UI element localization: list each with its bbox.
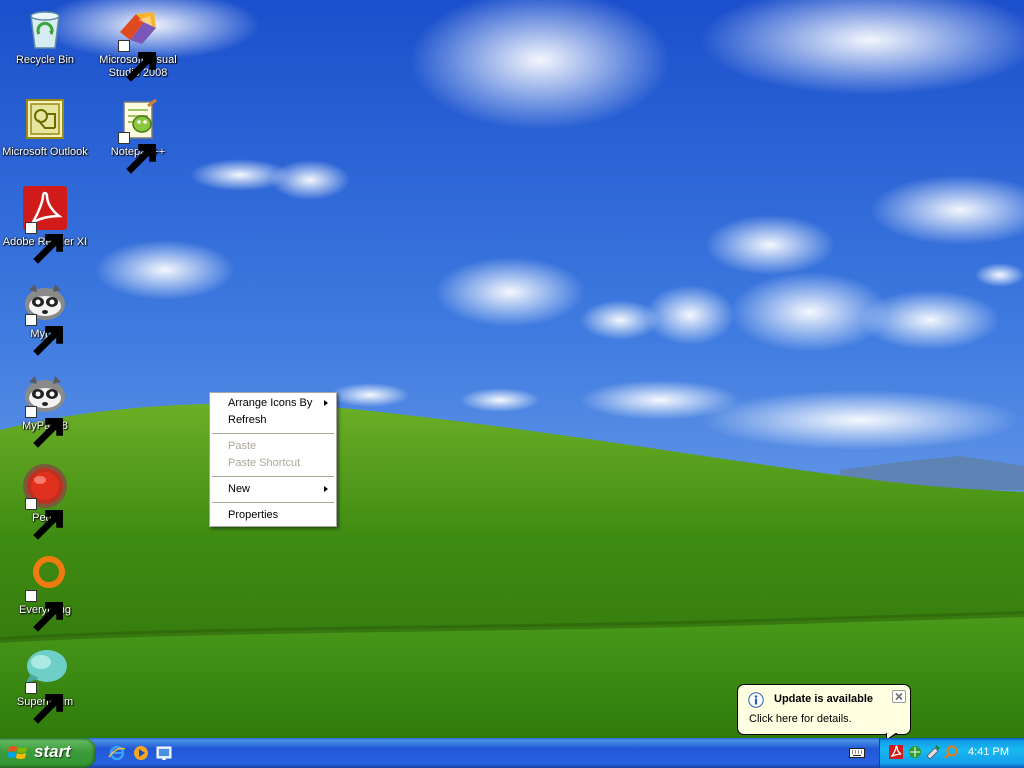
- shortcut-arrow-icon: [118, 132, 156, 174]
- desktop-icon-notepad-plus-plus[interactable]: Notepad++: [94, 96, 182, 174]
- balloon-close-button[interactable]: [892, 690, 906, 703]
- menu-item-label: Properties: [228, 509, 279, 521]
- submenu-arrow-icon: [324, 400, 328, 406]
- balloon-body[interactable]: Click here for details.: [749, 713, 852, 725]
- desktop-icon-outlook[interactable]: Microsoft Outlook: [1, 96, 89, 159]
- menu-item-label: New: [228, 483, 251, 495]
- everything-tray-icon[interactable]: [943, 744, 959, 760]
- show-desktop-icon[interactable]: [155, 744, 173, 762]
- start-label: start: [34, 742, 71, 761]
- recycle-bin-icon: [30, 11, 60, 49]
- desktop-icon-label: Recycle Bin: [15, 54, 75, 66]
- menu-item-label: Arrange Icons By: [228, 397, 313, 409]
- desktop-icon-recycle-bin[interactable]: Recycle Bin: [1, 4, 89, 67]
- shortcut-arrow-icon: [25, 406, 63, 448]
- taskbar-clock[interactable]: 4:41 PM: [968, 746, 1009, 758]
- shortcut-arrow-icon: [25, 314, 63, 356]
- shortcut-arrow-icon: [25, 222, 63, 264]
- system-tray: 4:41 PM: [879, 738, 1024, 768]
- menu-separator: [212, 502, 334, 503]
- desktop-icon-mypal[interactable]: Mypal: [1, 278, 89, 356]
- outlook-icon: [26, 99, 64, 139]
- taskbar: start 4:41 PM: [0, 738, 1024, 768]
- network-icon[interactable]: [907, 744, 923, 760]
- desktop-icon-pego[interactable]: Pego: [1, 462, 89, 540]
- desktop-icon-mypal-68[interactable]: MyPal 68: [1, 370, 89, 448]
- desktop-context-menu: Arrange Icons By Refresh Paste Paste Sho…: [209, 392, 337, 527]
- balloon-title: Update is available: [774, 693, 874, 705]
- shortcut-arrow-icon: [25, 682, 63, 724]
- keyboard-language-icon[interactable]: [849, 747, 865, 759]
- menu-item-refresh[interactable]: Refresh: [210, 412, 336, 429]
- menu-item-new[interactable]: New: [210, 481, 336, 498]
- update-notification-balloon[interactable]: Update is available Click here for detai…: [737, 684, 911, 741]
- menu-item-label: Refresh: [228, 414, 267, 426]
- shortcut-arrow-icon: [25, 590, 63, 632]
- shortcut-arrow-icon: [118, 40, 156, 82]
- safely-remove-icon[interactable]: [925, 744, 941, 760]
- info-icon: [748, 692, 764, 708]
- close-icon: [895, 692, 903, 701]
- desktop-icon-visual-studio[interactable]: Microsoft Visual Studio 2008: [94, 4, 182, 82]
- menu-separator: [212, 476, 334, 477]
- desktop-icon-supermium[interactable]: Supermium: [1, 646, 89, 724]
- windows-flag-icon: [8, 746, 27, 759]
- menu-separator: [212, 433, 334, 434]
- desktop-icon-everything[interactable]: Everything: [1, 554, 89, 632]
- menu-item-paste-shortcut[interactable]: Paste Shortcut: [210, 455, 336, 472]
- media-player-icon[interactable]: [132, 744, 150, 762]
- submenu-arrow-icon: [324, 486, 328, 492]
- menu-item-label: Paste: [228, 440, 257, 452]
- adobe-update-icon[interactable]: [888, 744, 904, 760]
- menu-item-paste[interactable]: Paste: [210, 438, 336, 455]
- menu-item-arrange-icons-by[interactable]: Arrange Icons By: [210, 395, 336, 412]
- desktop-icon-adobe-reader[interactable]: Adobe Reader XI: [1, 186, 89, 264]
- menu-item-label: Paste Shortcut: [228, 457, 301, 469]
- internet-explorer-icon[interactable]: [108, 744, 126, 762]
- menu-item-properties[interactable]: Properties: [210, 507, 336, 524]
- start-button[interactable]: start: [0, 738, 96, 768]
- desktop-icon-label: Microsoft Outlook: [2, 146, 88, 158]
- shortcut-arrow-icon: [25, 498, 63, 540]
